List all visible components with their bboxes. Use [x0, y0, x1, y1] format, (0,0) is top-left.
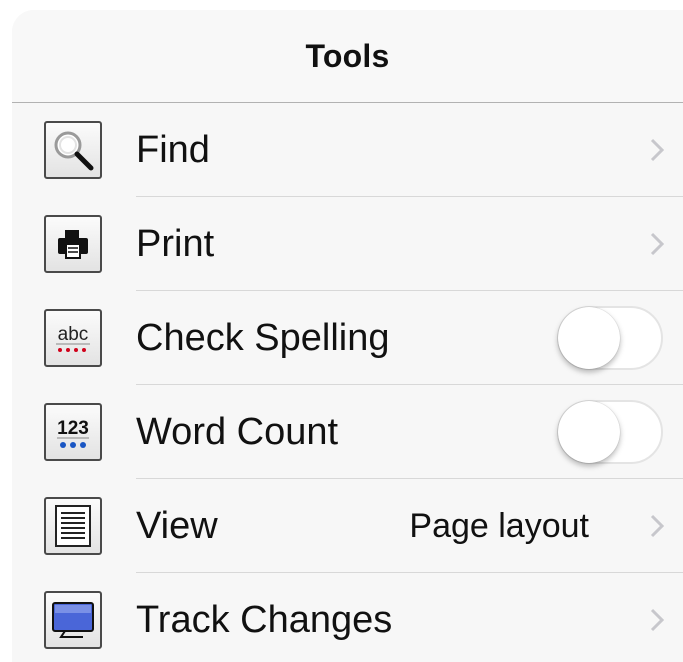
toggle-knob: [558, 307, 620, 369]
header-title: Tools: [305, 37, 390, 74]
tools-header: Tools: [12, 10, 683, 103]
track-changes-icon: [44, 591, 102, 649]
tools-panel: Tools Find Print abc Check Spelling 123 …: [12, 10, 683, 662]
word-count-row: 123 Word Count: [12, 385, 683, 479]
check-spelling-label: Check Spelling: [136, 316, 390, 359]
check-spelling-toggle[interactable]: [557, 306, 663, 370]
print-label: Print: [136, 222, 215, 265]
word-count-icon: 123: [44, 403, 102, 461]
track-changes-label: Track Changes: [136, 598, 393, 641]
magnifier-icon: [44, 121, 102, 179]
track-changes-row[interactable]: Track Changes: [12, 573, 683, 662]
view-value: Page layout: [409, 506, 589, 545]
toggle-knob: [558, 401, 620, 463]
word-count-label: Word Count: [136, 410, 339, 453]
spelling-icon-text: abc: [58, 324, 89, 345]
chevron-right-icon: [650, 608, 665, 632]
chevron-right-icon: [650, 138, 665, 162]
find-row[interactable]: Find: [12, 103, 683, 197]
word-count-icon-text: 123: [57, 418, 89, 439]
spelling-icon: abc: [44, 309, 102, 367]
printer-icon: [44, 215, 102, 273]
print-row[interactable]: Print: [12, 197, 683, 291]
find-label: Find: [136, 128, 210, 171]
chevron-right-icon: [650, 514, 665, 538]
chevron-right-icon: [650, 232, 665, 256]
tools-list: Find Print abc Check Spelling 123 Word C…: [12, 103, 683, 662]
view-row[interactable]: View Page layout: [12, 479, 683, 573]
view-label: View: [136, 504, 218, 547]
page-layout-icon: [44, 497, 102, 555]
check-spelling-row: abc Check Spelling: [12, 291, 683, 385]
word-count-toggle[interactable]: [557, 400, 663, 464]
